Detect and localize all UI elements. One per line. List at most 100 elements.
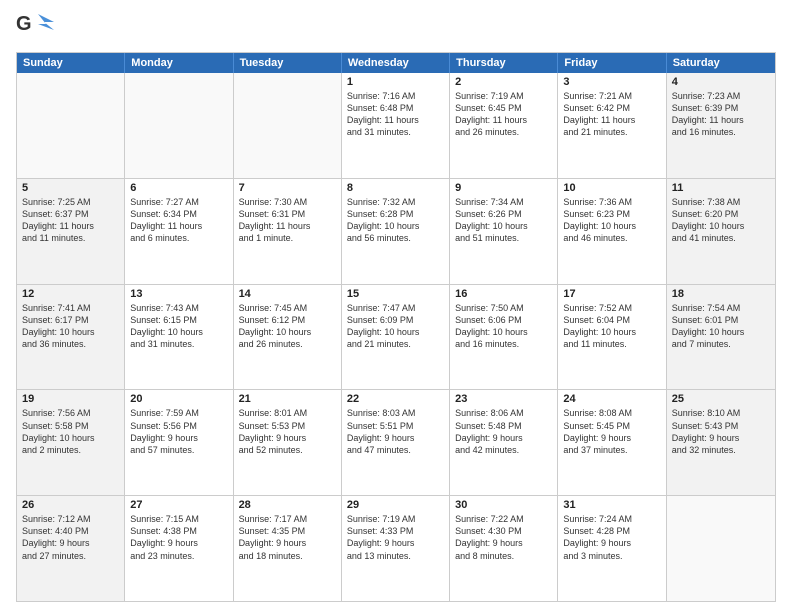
cell-info: Sunrise: 7:52 AMSunset: 6:04 PMDaylight:… [563,302,660,351]
day-number: 23 [455,393,552,405]
day-number: 18 [672,288,770,300]
cal-cell: 15 Sunrise: 7:47 AMSunset: 6:09 PMDayligh… [342,285,450,390]
cal-cell: 19 Sunrise: 7:56 AMSunset: 5:58 PMDayligh… [17,390,125,495]
header-day-friday: Friday [558,53,666,73]
cal-cell: 9 Sunrise: 7:34 AMSunset: 6:26 PMDaylight… [450,179,558,284]
cell-info: Sunrise: 7:47 AMSunset: 6:09 PMDaylight:… [347,302,444,351]
cal-cell: 10 Sunrise: 7:36 AMSunset: 6:23 PMDayligh… [558,179,666,284]
cal-cell: 16 Sunrise: 7:50 AMSunset: 6:06 PMDayligh… [450,285,558,390]
week-row-5: 26Sunrise: 7:12 AMSunset: 4:40 PMDayligh… [17,496,775,601]
cell-info: Sunrise: 7:25 AMSunset: 6:37 PMDaylight:… [22,196,119,245]
calendar: SundayMondayTuesdayWednesdayThursdayFrid… [16,52,776,602]
cal-cell: 24 Sunrise: 8:08 AMSunset: 5:45 PMDayligh… [558,390,666,495]
day-number: 15 [347,288,444,300]
cal-cell: 29 Sunrise: 7:19 AMSunset: 4:33 PMDayligh… [342,496,450,601]
cal-cell: 11 Sunrise: 7:38 AMSunset: 6:20 PMDayligh… [667,179,775,284]
cal-cell: 30 Sunrise: 7:22 AMSunset: 4:30 PMDayligh… [450,496,558,601]
day-number: 22 [347,393,444,405]
cal-cell: 28Sunrise: 7:17 AMSunset: 4:35 PMDayligh… [234,496,342,601]
cal-cell: 7Sunrise: 7:30 AMSunset: 6:31 PMDaylight… [234,179,342,284]
cal-cell: 14Sunrise: 7:45 AMSunset: 6:12 PMDayligh… [234,285,342,390]
cell-info: Sunrise: 7:54 AMSunset: 6:01 PMDaylight:… [672,302,770,351]
page: G SundayMondayTuesdayWednesdayThursdayFr… [0,0,792,612]
day-number: 9 [455,182,552,194]
cal-cell: 31 Sunrise: 7:24 AMSunset: 4:28 PMDayligh… [558,496,666,601]
cal-cell: 18 Sunrise: 7:54 AMSunset: 6:01 PMDayligh… [667,285,775,390]
cal-cell: 6Sunrise: 7:27 AMSunset: 6:34 PMDaylight… [125,179,233,284]
day-number: 13 [130,288,227,300]
header-day-wednesday: Wednesday [342,53,450,73]
cal-cell: 26Sunrise: 7:12 AMSunset: 4:40 PMDayligh… [17,496,125,601]
week-row-2: 5 Sunrise: 7:25 AMSunset: 6:37 PMDaylight… [17,179,775,285]
cal-cell [667,496,775,601]
week-row-4: 19 Sunrise: 7:56 AMSunset: 5:58 PMDayligh… [17,390,775,496]
day-number: 16 [455,288,552,300]
cell-info: Sunrise: 8:01 AMSunset: 5:53 PMDaylight:… [239,407,336,456]
cell-info: Sunrise: 7:36 AMSunset: 6:23 PMDaylight:… [563,196,660,245]
day-number: 8 [347,182,444,194]
cell-info: Sunrise: 7:56 AMSunset: 5:58 PMDaylight:… [22,407,119,456]
cell-info: Sunrise: 7:38 AMSunset: 6:20 PMDaylight:… [672,196,770,245]
week-row-1: 1 Sunrise: 7:16 AMSunset: 6:48 PMDaylight… [17,73,775,179]
day-number: 31 [563,499,660,511]
calendar-body: 1 Sunrise: 7:16 AMSunset: 6:48 PMDaylight… [17,73,775,601]
cell-info: Sunrise: 7:24 AMSunset: 4:28 PMDaylight:… [563,513,660,562]
day-number: 3 [563,76,660,88]
cell-info: Sunrise: 8:08 AMSunset: 5:45 PMDaylight:… [563,407,660,456]
logo-icon: G [16,10,60,46]
day-number: 11 [672,182,770,194]
cell-info: Sunrise: 7:43 AMSunset: 6:15 PMDaylight:… [130,302,227,351]
cell-info: Sunrise: 7:19 AMSunset: 6:45 PMDaylight:… [455,90,552,139]
cal-cell: 17 Sunrise: 7:52 AMSunset: 6:04 PMDayligh… [558,285,666,390]
day-number: 12 [22,288,119,300]
day-number: 5 [22,182,119,194]
cell-info: Sunrise: 7:12 AMSunset: 4:40 PMDaylight:… [22,513,119,562]
day-number: 10 [563,182,660,194]
cal-cell: 8Sunrise: 7:32 AMSunset: 6:28 PMDaylight… [342,179,450,284]
day-number: 28 [239,499,336,511]
day-number: 24 [563,393,660,405]
cal-cell: 23 Sunrise: 8:06 AMSunset: 5:48 PMDayligh… [450,390,558,495]
cal-cell: 5 Sunrise: 7:25 AMSunset: 6:37 PMDaylight… [17,179,125,284]
day-number: 2 [455,76,552,88]
cell-info: Sunrise: 7:30 AMSunset: 6:31 PMDaylight:… [239,196,336,245]
cell-info: Sunrise: 7:15 AMSunset: 4:38 PMDaylight:… [130,513,227,562]
day-number: 19 [22,393,119,405]
day-number: 14 [239,288,336,300]
cell-info: Sunrise: 7:59 AMSunset: 5:56 PMDaylight:… [130,407,227,456]
cal-cell: 13 Sunrise: 7:43 AMSunset: 6:15 PMDayligh… [125,285,233,390]
header-day-saturday: Saturday [667,53,775,73]
cell-info: Sunrise: 7:34 AMSunset: 6:26 PMDaylight:… [455,196,552,245]
cal-cell: 12 Sunrise: 7:41 AMSunset: 6:17 PMDayligh… [17,285,125,390]
header-day-sunday: Sunday [17,53,125,73]
day-number: 4 [672,76,770,88]
day-number: 20 [130,393,227,405]
cell-info: Sunrise: 7:22 AMSunset: 4:30 PMDaylight:… [455,513,552,562]
cell-info: Sunrise: 8:06 AMSunset: 5:48 PMDaylight:… [455,407,552,456]
day-number: 17 [563,288,660,300]
logo: G [16,10,64,46]
cal-cell: 21 Sunrise: 8:01 AMSunset: 5:53 PMDayligh… [234,390,342,495]
cell-info: Sunrise: 7:23 AMSunset: 6:39 PMDaylight:… [672,90,770,139]
week-row-3: 12 Sunrise: 7:41 AMSunset: 6:17 PMDayligh… [17,285,775,391]
day-number: 1 [347,76,444,88]
day-number: 30 [455,499,552,511]
cell-info: Sunrise: 8:03 AMSunset: 5:51 PMDaylight:… [347,407,444,456]
calendar-header: SundayMondayTuesdayWednesdayThursdayFrid… [17,53,775,73]
cell-info: Sunrise: 8:10 AMSunset: 5:43 PMDaylight:… [672,407,770,456]
svg-text:G: G [16,13,32,35]
header: G [16,10,776,46]
cell-info: Sunrise: 7:19 AMSunset: 4:33 PMDaylight:… [347,513,444,562]
cell-info: Sunrise: 7:41 AMSunset: 6:17 PMDaylight:… [22,302,119,351]
cal-cell: 27Sunrise: 7:15 AMSunset: 4:38 PMDayligh… [125,496,233,601]
cal-cell: 2 Sunrise: 7:19 AMSunset: 6:45 PMDaylight… [450,73,558,178]
cal-cell: 1 Sunrise: 7:16 AMSunset: 6:48 PMDaylight… [342,73,450,178]
header-day-tuesday: Tuesday [234,53,342,73]
cell-info: Sunrise: 7:21 AMSunset: 6:42 PMDaylight:… [563,90,660,139]
cal-cell: 4 Sunrise: 7:23 AMSunset: 6:39 PMDaylight… [667,73,775,178]
day-number: 29 [347,499,444,511]
cal-cell: 25Sunrise: 8:10 AMSunset: 5:43 PMDayligh… [667,390,775,495]
day-number: 21 [239,393,336,405]
cell-info: Sunrise: 7:16 AMSunset: 6:48 PMDaylight:… [347,90,444,139]
cell-info: Sunrise: 7:50 AMSunset: 6:06 PMDaylight:… [455,302,552,351]
